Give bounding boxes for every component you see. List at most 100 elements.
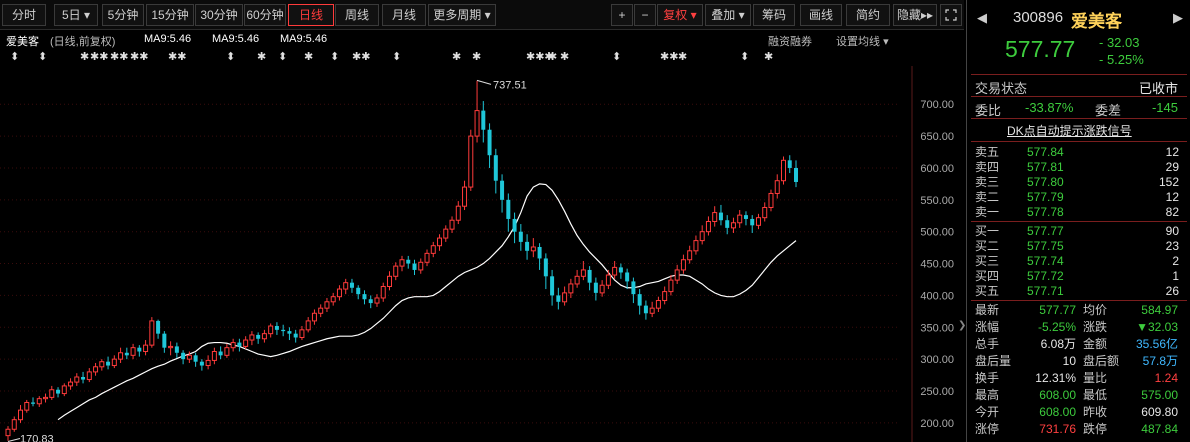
level-label: 卖二 [975, 190, 1000, 204]
next-stock-arrow-icon[interactable]: ▶ [1173, 10, 1183, 26]
level-price: 577.72 [1027, 269, 1064, 283]
fullscreen-button[interactable] [940, 4, 962, 26]
signal-marker[interactable]: ✱✱ [352, 50, 370, 63]
period-tab-monthly[interactable]: 月线 [382, 4, 426, 26]
y-tick-label: 450.00 [920, 259, 954, 271]
adjust-dropdown[interactable]: 复权 ▾ [657, 4, 703, 26]
candle-body [762, 206, 768, 219]
ma-label-2: MA9:5.46 [212, 33, 260, 45]
margin-trading-link[interactable]: 融资融券 [768, 33, 812, 49]
ask-level-row[interactable]: 卖四 577.81 29 [967, 160, 1190, 175]
y-tick-label: 600.00 [920, 163, 954, 175]
dk-signal-link[interactable]: DK点自动提示涨跌信号 [1007, 122, 1132, 139]
stat-label: 最低 [1083, 388, 1108, 402]
candle-body [674, 269, 680, 281]
period-tab-5day[interactable]: 5日 ▾ [54, 4, 98, 26]
candle-body [474, 110, 480, 137]
level-label: 买五 [975, 284, 1000, 298]
level-price: 577.81 [1027, 160, 1064, 174]
hide-toggle-button[interactable]: 隐藏▸▸ [893, 4, 937, 26]
ask-level-row[interactable]: 卖一 577.78 82 [967, 205, 1190, 220]
candle-body [186, 354, 192, 360]
candle-body [43, 396, 49, 400]
high-pointer [476, 79, 492, 85]
candlestick-chart[interactable]: 700.00 650.00 600.00 550.00 500.00 450.00 400.… [0, 66, 958, 442]
ma-settings-dropdown[interactable]: 设置均线 ▾ [836, 33, 889, 49]
candle-body [393, 265, 399, 277]
signal-marker[interactable]: ⬍ [10, 50, 19, 63]
ask-level-row[interactable]: 卖五 577.84 12 [967, 145, 1190, 160]
candle-body [149, 320, 155, 346]
stat-value: ▼32.03 [1136, 320, 1178, 334]
y-tick-label: 400.00 [920, 290, 954, 302]
candle-body [11, 419, 17, 430]
more-periods-dropdown[interactable]: 更多周期 ▾ [428, 4, 496, 26]
period-tab-30min[interactable]: 30分钟 [195, 4, 243, 26]
stat-label: 涨幅 [975, 320, 1000, 334]
signal-marker[interactable]: ✱ [472, 50, 481, 63]
signal-marker[interactable]: ⬍ [392, 50, 401, 63]
period-tab-weekly[interactable]: 周线 [335, 4, 379, 26]
signal-marker[interactable]: ✱ [257, 50, 266, 63]
signal-marker[interactable]: ⬍ [330, 50, 339, 63]
candle-body [24, 401, 30, 411]
candle-body [356, 287, 361, 295]
level-label: 卖五 [975, 145, 1000, 159]
chips-button[interactable]: 筹码 [753, 4, 795, 26]
stat-label: 最新 [975, 303, 1000, 317]
prev-stock-arrow-icon[interactable]: ◀ [977, 10, 987, 26]
candle-body [318, 307, 324, 314]
signal-marker[interactable]: ✱✱ [110, 50, 128, 63]
signal-marker[interactable]: ✱✱ [130, 50, 148, 63]
signal-marker[interactable]: ✱ [304, 50, 313, 63]
chart-stock-name: 爱美客 [6, 36, 39, 48]
signal-marker[interactable]: ⬍ [38, 50, 47, 63]
period-tab-intraday[interactable]: 分时 [2, 4, 46, 26]
period-tab-15min[interactable]: 15分钟 [146, 4, 194, 26]
bid-level-row[interactable]: 买四 577.72 1 [967, 269, 1190, 284]
zoom-out-button[interactable]: − [634, 4, 656, 26]
signal-marker[interactable]: ✱ [678, 50, 687, 63]
signal-marker[interactable]: ✱✱ [168, 50, 186, 63]
signal-marker[interactable]: ✱ [548, 50, 557, 63]
draw-line-button[interactable]: 画线 [800, 4, 842, 26]
signal-marker[interactable]: ⬍ [278, 50, 287, 63]
signal-marker-row: ⬍ ⬍ ✱ ✱✱ ✱✱ ✱✱ ✱✱ ⬍ ✱ ⬍ ✱ ⬍ ✱✱ ⬍ ✱ ✱ ✱✱✱ ✱ ✱ ⬍ ✱✱ ✱ ⬍ ✱ [0, 50, 960, 66]
signal-marker[interactable]: ⬍ [226, 50, 235, 63]
candle-body [730, 222, 736, 229]
candle-body [593, 282, 598, 293]
y-tick-label: 700.00 [920, 99, 954, 111]
stock-code: 300896 [1013, 9, 1064, 26]
simple-mode-button[interactable]: 简约 [846, 4, 890, 26]
caret-down-icon: ▾ [738, 8, 745, 22]
bid-level-row[interactable]: 买一 577.77 90 [967, 224, 1190, 239]
ask-level-row[interactable]: 卖三 577.80 152 [967, 175, 1190, 190]
level-price: 577.74 [1027, 254, 1064, 268]
signal-marker[interactable]: ✱ [452, 50, 461, 63]
bid-level-row[interactable]: 买五 577.71 26 [967, 284, 1190, 299]
more-periods-label: 更多周期 [433, 8, 482, 22]
period-tab-60min[interactable]: 60分钟 [244, 4, 286, 26]
ma-line [57, 183, 797, 421]
signal-marker[interactable]: ✱✱ [660, 50, 678, 63]
stat-value: 575.00 [1141, 388, 1178, 402]
period-tab-daily[interactable]: 日线 [288, 4, 334, 26]
ask-level-row[interactable]: 卖二 577.79 12 [967, 190, 1190, 205]
signal-marker[interactable]: ⬍ [740, 50, 749, 63]
signal-marker[interactable]: ✱ [560, 50, 569, 63]
panel-collapse-handle[interactable]: ❯ [958, 320, 966, 340]
overlay-dropdown[interactable]: 叠加 ▾ [705, 4, 751, 26]
signal-marker[interactable]: ✱ [80, 50, 89, 63]
signal-marker[interactable]: ⬍ [612, 50, 621, 63]
stat-label: 最高 [975, 388, 1000, 402]
signal-marker[interactable]: ✱✱ [90, 50, 108, 63]
candle-body [156, 320, 161, 334]
bid-level-row[interactable]: 买二 577.75 23 [967, 239, 1190, 254]
candle-body [362, 294, 367, 300]
chart-mode-label: (日线,前复权) [50, 36, 116, 48]
zoom-in-button[interactable]: + [611, 4, 633, 26]
bid-level-row[interactable]: 买三 577.74 2 [967, 254, 1190, 269]
candle-body [243, 339, 249, 347]
period-tab-5min[interactable]: 5分钟 [102, 4, 144, 26]
signal-marker[interactable]: ✱ [764, 50, 773, 63]
